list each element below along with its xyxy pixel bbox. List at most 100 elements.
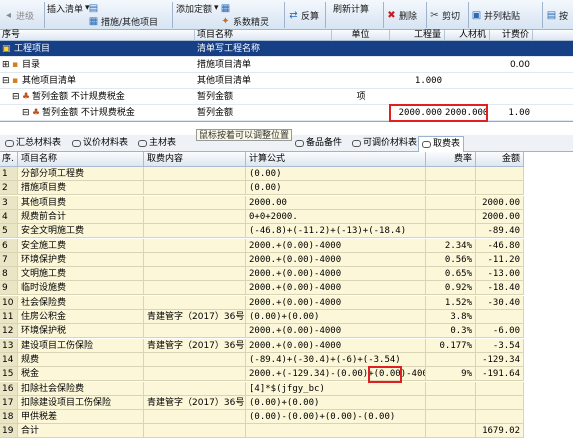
tree-row-other-items[interactable]: ⊟ ▪ 其他项目清单 其他项目清单 1.000 bbox=[0, 73, 573, 89]
fee-cell-formula[interactable]: (-89.4)+(-30.4)+(-6)+(-3.54) bbox=[246, 352, 426, 367]
fee-cell-content[interactable] bbox=[144, 238, 246, 253]
col-header-rcj[interactable]: 人材机 bbox=[445, 30, 490, 41]
fee-table-row[interactable]: 17 扣除建设项目工伤保险 青建管字（2017）36号 (0.00)+(0.00) bbox=[0, 395, 524, 410]
refresh-calc-button[interactable]: 刷新计算 bbox=[333, 1, 369, 15]
fee-cell-content[interactable]: 青建管字（2017）36号 bbox=[144, 310, 246, 324]
fee-cell-name[interactable]: 环境保护费 bbox=[18, 252, 144, 267]
fee-cell-name[interactable]: 安全文明施工费 bbox=[18, 224, 144, 239]
fee-cell-no[interactable]: 15 bbox=[0, 367, 18, 382]
fee-cell-amount[interactable]: 2000.00 bbox=[476, 209, 524, 224]
fee-cell-formula[interactable]: 2000.+(0.00)-4000 bbox=[246, 324, 426, 339]
fee-col-header-formula[interactable]: 计算公式 bbox=[246, 152, 426, 167]
fee-cell-formula[interactable]: (-46.8)+(-11.2)+(-13)+(-18.4) bbox=[246, 224, 426, 239]
fee-cell-rate[interactable]: 0.56% bbox=[426, 252, 476, 267]
fee-cell-amount[interactable] bbox=[476, 410, 524, 425]
fee-cell-name[interactable]: 临时设施费 bbox=[18, 281, 144, 296]
more-button[interactable]: ▤ 按 bbox=[546, 8, 568, 22]
fee-cell-content[interactable] bbox=[144, 381, 246, 396]
fee-cell-content[interactable] bbox=[144, 424, 246, 438]
fee-table-row[interactable]: 11 住房公积金 青建管字（2017）36号 (0.00)+(0.00) 3.8% bbox=[0, 310, 524, 324]
fee-table-row[interactable]: 3 其他项目费 2000.00 2000.00 bbox=[0, 195, 524, 210]
fee-col-header-no[interactable]: 序. bbox=[0, 152, 18, 167]
tab-summary-materials[interactable]: 汇总材料表 bbox=[2, 136, 64, 151]
fee-cell-formula[interactable]: 2000.+(0.00)-4000 bbox=[246, 338, 426, 353]
fee-cell-formula[interactable]: 2000.00 bbox=[246, 195, 426, 210]
fee-cell-content[interactable] bbox=[144, 181, 246, 196]
fee-cell-name[interactable]: 安全施工费 bbox=[18, 238, 144, 253]
fee-cell-name[interactable]: 社会保险费 bbox=[18, 295, 144, 310]
fee-cell-rate[interactable]: 9% bbox=[426, 367, 476, 382]
fee-cell-no[interactable]: 5 bbox=[0, 224, 18, 239]
back-calc-button[interactable]: ⇄ 反算 bbox=[288, 8, 319, 22]
fee-cell-no[interactable]: 10 bbox=[0, 295, 18, 310]
fee-cell-no[interactable]: 1 bbox=[0, 167, 18, 181]
fee-cell-no[interactable]: 3 bbox=[0, 195, 18, 210]
fee-cell-amount[interactable]: 2000.00 bbox=[476, 195, 524, 210]
fee-cell-amount[interactable] bbox=[476, 167, 524, 181]
fee-cell-rate[interactable]: 2.34% bbox=[426, 238, 476, 253]
fee-cell-content[interactable] bbox=[144, 281, 246, 296]
fee-table-row[interactable]: 13 建设项目工伤保险 青建管字（2017）36号 2000.+(0.00)-4000… bbox=[0, 338, 524, 353]
fee-cell-name[interactable]: 环境保护税 bbox=[18, 324, 144, 339]
fee-cell-content[interactable]: 青建管字（2017）36号 bbox=[144, 395, 246, 410]
fee-table-row[interactable]: 18 甲供税差 (0.00)-(0.00)+(0.00)-(0.00) bbox=[0, 410, 524, 425]
fee-cell-amount[interactable]: -30.40 bbox=[476, 295, 524, 310]
delete-button[interactable]: ✖ 删除 bbox=[386, 8, 417, 22]
fee-table-row[interactable]: 5 安全文明施工费 (-46.8)+(-11.2)+(-13)+(-18.4) -89… bbox=[0, 224, 524, 239]
fee-cell-name[interactable]: 措施项目费 bbox=[18, 181, 144, 196]
fee-cell-content[interactable] bbox=[144, 209, 246, 224]
fee-cell-amount[interactable]: -18.40 bbox=[476, 281, 524, 296]
fee-cell-name[interactable]: 规费 bbox=[18, 352, 144, 367]
fee-cell-content[interactable] bbox=[144, 352, 246, 367]
add-quota-button[interactable]: 添加定额 ▾ bbox=[176, 1, 219, 15]
fee-cell-name[interactable]: 甲供税差 bbox=[18, 410, 144, 425]
fee-table-row[interactable]: 10 社会保险费 2000.+(0.00)-4000 1.52% -30.40 bbox=[0, 295, 524, 310]
fee-col-header-content[interactable]: 取费内容 bbox=[144, 152, 246, 167]
collapse-minus-icon[interactable]: ⊟ bbox=[12, 89, 20, 105]
fee-cell-amount[interactable]: -13.00 bbox=[476, 267, 524, 282]
fee-cell-amount[interactable] bbox=[476, 381, 524, 396]
tree-row-provisional[interactable]: ⊟ ♣ 暂列金额 不计规费税金 暂列金额 项 bbox=[0, 89, 573, 105]
fee-cell-amount[interactable] bbox=[476, 310, 524, 324]
fee-table-row[interactable]: 15 税金 2000.+(-129.34)-(0.00)+(0.00)-4000 9%… bbox=[0, 367, 524, 382]
fee-cell-name[interactable]: 扣除建设项目工伤保险 bbox=[18, 395, 144, 410]
fee-col-header-name[interactable]: 项目名称 bbox=[18, 152, 144, 167]
expand-plus-icon[interactable]: ⊞ bbox=[2, 57, 10, 73]
fee-cell-formula[interactable]: (0.00)+(0.00) bbox=[246, 310, 426, 324]
fee-cell-formula[interactable]: [4]*$(jfgy_bc) bbox=[246, 381, 426, 396]
tab-negotiated-materials[interactable]: 议价材料表 bbox=[69, 136, 131, 151]
fee-cell-content[interactable] bbox=[144, 195, 246, 210]
fee-cell-formula[interactable]: (0.00) bbox=[246, 181, 426, 196]
measure-other-button[interactable]: ▦ 措施/其他项目 bbox=[88, 14, 158, 28]
fee-cell-rate[interactable] bbox=[426, 410, 476, 425]
fee-cell-amount[interactable]: -89.40 bbox=[476, 224, 524, 239]
col-header-unit[interactable]: 单位 bbox=[332, 30, 390, 41]
fee-cell-content[interactable] bbox=[144, 324, 246, 339]
fee-cell-amount[interactable]: -129.34 bbox=[476, 352, 524, 367]
fee-cell-name[interactable]: 合计 bbox=[18, 424, 144, 438]
fee-cell-formula[interactable]: 2000.+(0.00)-4000 bbox=[246, 295, 426, 310]
add-quota-aux-button[interactable]: ▦ bbox=[220, 1, 231, 15]
fee-table-row[interactable]: 8 文明施工费 2000.+(0.00)-4000 0.65% -13.00 bbox=[0, 267, 524, 282]
fee-table-row[interactable]: 12 环境保护税 2000.+(0.00)-4000 0.3% -6.00 bbox=[0, 324, 524, 339]
fee-table-row[interactable]: 7 环境保护费 2000.+(0.00)-4000 0.56% -11.20 bbox=[0, 252, 524, 267]
fee-cell-formula[interactable]: (0.00) bbox=[246, 167, 426, 181]
fee-col-header-rate[interactable]: 费率 bbox=[426, 152, 476, 167]
fee-cell-content[interactable] bbox=[144, 224, 246, 239]
promote-button[interactable]: ◂ 进级 bbox=[3, 8, 34, 22]
fee-cell-formula[interactable]: 2000.+(0.00)-4000 bbox=[246, 267, 426, 282]
fee-table-row[interactable]: 16 扣除社会保险费 [4]*$(jfgy_bc) bbox=[0, 381, 524, 396]
fee-table-row[interactable]: 4 规费前合计 0+0+2000. 2000.00 bbox=[0, 209, 524, 224]
fee-cell-formula[interactable]: (0.00)-(0.00)+(0.00)-(0.00) bbox=[246, 410, 426, 425]
fee-cell-name[interactable]: 住房公积金 bbox=[18, 310, 144, 324]
fee-cell-rate[interactable] bbox=[426, 424, 476, 438]
fee-cell-no[interactable]: 2 bbox=[0, 181, 18, 196]
fee-cell-content[interactable] bbox=[144, 252, 246, 267]
fee-col-header-amount[interactable]: 金额 bbox=[476, 152, 524, 167]
tab-spare-parts[interactable]: 备品备件 bbox=[292, 136, 345, 151]
fee-cell-rate[interactable] bbox=[426, 224, 476, 239]
parallel-paste-button[interactable]: ▣ 并列粘贴 bbox=[471, 8, 520, 22]
col-header-qty[interactable]: 工程量 bbox=[390, 30, 445, 41]
fee-cell-no[interactable]: 14 bbox=[0, 352, 18, 367]
fee-cell-no[interactable]: 19 bbox=[0, 424, 18, 438]
